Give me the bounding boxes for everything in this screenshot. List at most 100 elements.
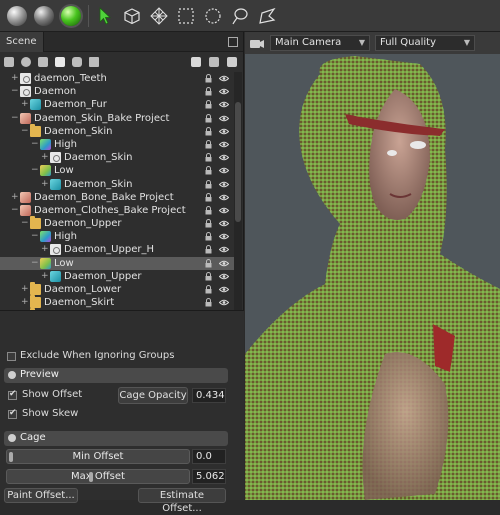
tree-row[interactable]: − Daemon — [0, 85, 234, 98]
paint-offset-button[interactable]: Paint Offset... — [4, 488, 78, 503]
maximize-panel-icon[interactable] — [228, 36, 238, 47]
collapse-icon[interactable]: − — [31, 258, 39, 267]
visibility-eye-icon[interactable] — [219, 167, 229, 174]
cage-opacity-slider[interactable]: Cage Opacity — [118, 387, 188, 404]
add-camera-icon[interactable] — [38, 57, 48, 67]
expand-icon[interactable]: + — [21, 100, 29, 109]
tree-row[interactable]: − Daemon_Upper — [0, 216, 234, 230]
max-offset-knob[interactable] — [89, 472, 93, 482]
collapse-icon[interactable]: − — [31, 139, 39, 148]
collapse-icon[interactable]: − — [11, 113, 19, 122]
collapse-icon[interactable]: − — [21, 126, 29, 135]
lock-icon[interactable] — [205, 271, 212, 281]
visibility-eye-icon[interactable] — [219, 181, 229, 188]
collapse-icon[interactable]: − — [21, 219, 29, 228]
visibility-eye-icon[interactable] — [219, 260, 229, 267]
select-arrow-icon[interactable] — [92, 3, 118, 29]
lock-icon[interactable] — [205, 87, 212, 96]
lock-icon[interactable] — [205, 113, 212, 123]
cage-opacity-value[interactable]: 0.434 — [192, 388, 226, 403]
active-sphere-icon[interactable] — [58, 3, 84, 29]
lock-icon[interactable] — [205, 126, 212, 136]
mesh-cage-icon[interactable] — [146, 3, 172, 29]
tree-row[interactable]: − High — [0, 230, 234, 243]
visibility-eye-icon[interactable] — [219, 141, 229, 148]
lock-icon[interactable] — [205, 179, 212, 189]
tree-row[interactable]: + Daemon_Fur — [0, 98, 234, 111]
lock-icon[interactable] — [205, 166, 212, 175]
max-offset-value[interactable]: 5.062 — [192, 469, 226, 484]
lock-icon[interactable] — [205, 285, 212, 294]
visibility-eye-icon[interactable] — [219, 88, 229, 95]
preview-section-header[interactable]: Preview — [4, 368, 228, 383]
lock-icon[interactable] — [205, 192, 212, 202]
tree-row[interactable]: + Daemon_Skin — [0, 151, 234, 164]
expand-icon[interactable]: + — [11, 74, 19, 83]
tree-row[interactable]: − High — [0, 138, 234, 151]
material-sphere-icon[interactable] — [4, 3, 30, 29]
visibility-eye-icon[interactable] — [219, 115, 229, 122]
expand-icon[interactable]: + — [21, 285, 29, 294]
add-cloud-icon[interactable] — [72, 57, 82, 67]
camera-icon[interactable] — [249, 37, 265, 49]
collapse-icon[interactable]: − — [31, 166, 39, 175]
visibility-eye-icon[interactable] — [219, 194, 229, 201]
expand-icon[interactable]: + — [41, 245, 49, 254]
tree-row[interactable]: − Low — [0, 164, 234, 177]
cube-icon[interactable] — [119, 3, 145, 29]
visibility-eye-icon[interactable] — [219, 154, 229, 161]
cage-section-header[interactable]: Cage — [4, 431, 228, 446]
show-skew-checkbox[interactable] — [8, 408, 17, 419]
exclude-ignore-groups-checkbox[interactable] — [7, 352, 16, 361]
expand-icon[interactable]: + — [41, 271, 49, 280]
tree-row[interactable]: + Daemon_Upper_H — [0, 243, 234, 256]
circle-select-icon[interactable] — [200, 3, 226, 29]
min-offset-knob[interactable] — [9, 452, 13, 462]
delete-icon[interactable] — [227, 57, 237, 67]
quality-dropdown[interactable]: Full Quality ▼ — [375, 35, 475, 51]
collapse-icon[interactable]: − — [11, 205, 19, 214]
tree-row[interactable]: + Daemon_Bone_Bake Project — [0, 191, 234, 204]
lock-icon[interactable] — [205, 298, 212, 307]
expand-icon[interactable]: + — [21, 298, 29, 307]
tree-row[interactable]: + Daemon_Lower — [0, 282, 234, 296]
visibility-eye-icon[interactable] — [219, 233, 229, 240]
add-bake-project-icon[interactable] — [55, 57, 65, 67]
lock-icon[interactable] — [205, 139, 212, 149]
visibility-eye-icon[interactable] — [219, 207, 229, 214]
visibility-eye-icon[interactable] — [219, 75, 229, 82]
collapse-icon[interactable]: − — [11, 87, 19, 96]
add-object-icon[interactable] — [89, 57, 99, 67]
freeform-select-icon[interactable] — [254, 3, 280, 29]
max-offset-slider[interactable]: Max Offset — [6, 469, 190, 484]
expand-icon[interactable]: + — [41, 179, 49, 188]
visibility-eye-icon[interactable] — [219, 246, 229, 253]
add-mesh-icon[interactable] — [4, 57, 14, 67]
lock-icon[interactable] — [205, 245, 212, 254]
lock-icon[interactable] — [205, 205, 212, 215]
marquee-select-icon[interactable] — [173, 3, 199, 29]
visibility-eye-icon[interactable] — [219, 101, 229, 108]
collapse-icon[interactable]: − — [31, 232, 39, 241]
visibility-eye-icon[interactable] — [219, 286, 229, 293]
lock-icon[interactable] — [205, 100, 212, 109]
lock-icon[interactable] — [205, 219, 212, 228]
camera-dropdown[interactable]: Main Camera ▼ — [270, 35, 370, 51]
min-offset-value[interactable]: 0.0 — [192, 449, 226, 464]
lock-icon[interactable] — [205, 153, 212, 162]
min-offset-slider[interactable]: Min Offset — [6, 449, 190, 464]
tree-row[interactable]: − Daemon_Clothes_Bake Project — [0, 204, 234, 217]
tab-scene[interactable]: Scene — [0, 31, 44, 52]
tree-row[interactable]: + Daemon_Upper — [0, 270, 234, 283]
tree-row[interactable]: − Low — [0, 256, 234, 270]
lock-icon[interactable] — [205, 74, 212, 83]
tree-row[interactable]: − Daemon_Skin_Bake Project — [0, 112, 234, 125]
visibility-eye-icon[interactable] — [219, 220, 229, 227]
tree-row[interactable]: + Daemon_Skirt — [0, 295, 234, 309]
expand-icon[interactable]: + — [11, 192, 19, 201]
visibility-eye-icon[interactable] — [219, 273, 229, 280]
lasso-select-icon[interactable] — [227, 3, 253, 29]
new-folder-icon[interactable] — [191, 57, 201, 67]
duplicate-icon[interactable] — [209, 57, 219, 67]
tree-row[interactable]: + daemon_Teeth — [0, 72, 234, 85]
